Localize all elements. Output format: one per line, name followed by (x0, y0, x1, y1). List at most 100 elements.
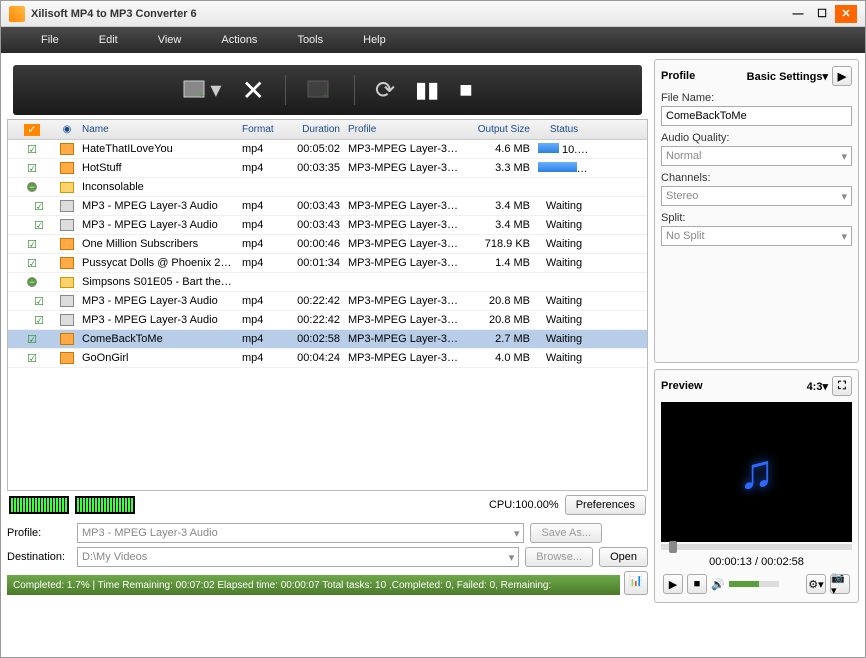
audio-icon (60, 314, 74, 326)
cell-status: Waiting (534, 238, 594, 250)
cell-format: mp4 (238, 238, 288, 250)
cell-name: Pussycat Dolls @ Phoenix 24... (78, 257, 238, 269)
menu-edit[interactable]: Edit (79, 34, 138, 46)
quality-select[interactable]: Normal▾ (661, 146, 852, 166)
collapse-icon[interactable]: − (27, 277, 37, 287)
next-settings-button[interactable]: ▶ (832, 66, 852, 86)
aspect-ratio-select[interactable]: 4:3▾ (807, 380, 828, 393)
collapse-icon[interactable]: − (27, 182, 37, 192)
maximize-button[interactable]: ☐ (811, 5, 833, 23)
checkbox[interactable]: ☑ (27, 163, 37, 175)
menu-tools[interactable]: Tools (277, 34, 343, 46)
stop-button[interactable]: ■ (459, 77, 472, 103)
split-select[interactable]: No Split▾ (661, 226, 852, 246)
destination-combo[interactable]: D:\My Videos▾ (77, 547, 519, 567)
add-files-button[interactable]: + ▾ (182, 77, 221, 103)
volume-icon[interactable]: 🔊 (711, 578, 725, 591)
table-row[interactable]: ☑One Million Subscribersmp400:00:46MP3-M… (8, 235, 647, 254)
stop-preview-button[interactable]: ■ (687, 574, 707, 594)
cell-status: 19.3% (534, 162, 594, 175)
play-button[interactable]: ▶ (663, 574, 683, 594)
minimize-button[interactable]: — (787, 5, 809, 23)
cell-status: Waiting (534, 295, 594, 307)
checkbox[interactable]: ☑ (34, 220, 44, 232)
preferences-button[interactable]: Preferences (565, 495, 646, 515)
cell-format: mp4 (238, 200, 288, 212)
checkbox[interactable]: ☑ (27, 239, 37, 251)
cell-format: mp4 (238, 314, 288, 326)
channels-select[interactable]: Stereo▾ (661, 186, 852, 206)
save-as-button[interactable]: Save As... (530, 523, 602, 543)
checkbox[interactable]: ☑ (34, 296, 44, 308)
checkbox[interactable]: ☑ (27, 144, 37, 156)
header-duration[interactable]: Duration (288, 124, 344, 135)
table-row[interactable]: ☑HateThatILoveYoump400:05:02MP3-MPEG Lay… (8, 140, 647, 159)
cell-name: MP3 - MPEG Layer-3 Audio (78, 314, 238, 326)
cell-name: Simpsons S01E05 - Bart the G... (78, 276, 238, 288)
menu-view[interactable]: View (138, 34, 202, 46)
filename-input[interactable]: ComeBackToMe (661, 106, 852, 126)
cpu-label: CPU:100.00% (489, 499, 559, 511)
header-check[interactable]: ✓ (8, 123, 56, 136)
snapshot-settings-button[interactable]: ⚙▾ (806, 574, 826, 594)
file-icon (60, 238, 74, 250)
seek-bar[interactable] (661, 544, 852, 550)
table-row[interactable]: ☑MP3 - MPEG Layer-3 Audiomp400:22:42MP3-… (8, 292, 647, 311)
svg-text:+: + (198, 90, 204, 101)
menu-file[interactable]: File (21, 34, 79, 46)
header-format[interactable]: Format (238, 124, 288, 135)
table-row[interactable]: ☑MP3 - MPEG Layer-3 Audiomp400:03:43MP3-… (8, 216, 647, 235)
pause-button[interactable]: ▮▮ (415, 77, 439, 103)
convert-button[interactable]: ⟳ (375, 76, 395, 105)
seek-thumb[interactable] (669, 541, 677, 553)
volume-slider[interactable] (729, 581, 779, 587)
table-row[interactable]: ☑MP3 - MPEG Layer-3 Audiomp400:22:42MP3-… (8, 311, 647, 330)
table-row[interactable]: ☑Pussycat Dolls @ Phoenix 24...mp400:01:… (8, 254, 647, 273)
remove-button[interactable]: ✕ (241, 74, 264, 107)
checkbox[interactable]: ☑ (27, 334, 37, 346)
cell-profile: MP3-MPEG Layer-3 A... (344, 333, 464, 345)
checkbox[interactable]: ☑ (34, 201, 44, 213)
cell-size: 3.4 MB (464, 219, 534, 231)
table-row[interactable]: ☑ComeBackToMemp400:02:58MP3-MPEG Layer-3… (8, 330, 647, 349)
status-detail-button[interactable]: 📊 (624, 571, 648, 595)
close-button[interactable]: ✕ (835, 5, 857, 23)
status-bar: Completed: 1.7% | Time Remaining: 00:07:… (7, 575, 620, 595)
menu-actions[interactable]: Actions (201, 34, 277, 46)
header-name[interactable]: Name (78, 124, 238, 135)
open-button[interactable]: Open (599, 547, 648, 567)
table-row[interactable]: − Simpsons S01E05 - Bart the G... (8, 273, 647, 292)
table-row[interactable]: ☑HotStuffmp400:03:35MP3-MPEG Layer-3 A..… (8, 159, 647, 178)
header-status[interactable]: Status (534, 124, 594, 135)
header-type-icon[interactable]: ◉ (56, 124, 78, 135)
chevron-down-icon: ▾ (841, 230, 847, 243)
table-row[interactable]: ☑MP3 - MPEG Layer-3 Audiomp400:03:43MP3-… (8, 197, 647, 216)
table-row[interactable]: − Inconsolable (8, 178, 647, 197)
toolbar: + ▾ ✕ + ⟳ ▮▮ ■ (13, 65, 642, 115)
cell-duration: 00:22:42 (288, 295, 344, 307)
cell-duration: 00:22:42 (288, 314, 344, 326)
checkbox[interactable]: ☑ (27, 353, 37, 365)
add-profile-button[interactable]: + (306, 79, 334, 101)
cell-size: 20.8 MB (464, 295, 534, 307)
cell-format: mp4 (238, 333, 288, 345)
browse-button[interactable]: Browse... (525, 547, 593, 567)
header-profile[interactable]: Profile (344, 124, 464, 135)
fullscreen-button[interactable]: ⛶ (832, 376, 852, 396)
preview-panel: Preview 4:3▾ ⛶ ♫ 00:00:13 / 00:02:58 ▶ ■… (654, 369, 859, 603)
menu-help[interactable]: Help (343, 34, 406, 46)
header-size[interactable]: Output Size (464, 124, 534, 135)
table-row[interactable]: ☑GoOnGirlmp400:04:24MP3-MPEG Layer-3 A..… (8, 349, 647, 368)
table-body: ☑HateThatILoveYoump400:05:02MP3-MPEG Lay… (8, 140, 647, 368)
cell-name: MP3 - MPEG Layer-3 Audio (78, 200, 238, 212)
profile-combo-value: MP3 - MPEG Layer-3 Audio (82, 527, 218, 539)
profile-combo[interactable]: MP3 - MPEG Layer-3 Audio ▾ (77, 523, 524, 543)
snapshot-button[interactable]: 📷▾ (830, 574, 850, 594)
settings-dropdown[interactable]: Basic Settings▾ (747, 70, 828, 83)
checkbox[interactable]: ☑ (34, 315, 44, 327)
preview-title: Preview (661, 380, 703, 392)
cpu-row: CPU:100.00% Preferences (7, 491, 648, 519)
chevron-down-icon: ▾ (514, 527, 520, 540)
checkbox[interactable]: ☑ (27, 258, 37, 270)
cell-duration: 00:05:02 (288, 143, 344, 155)
